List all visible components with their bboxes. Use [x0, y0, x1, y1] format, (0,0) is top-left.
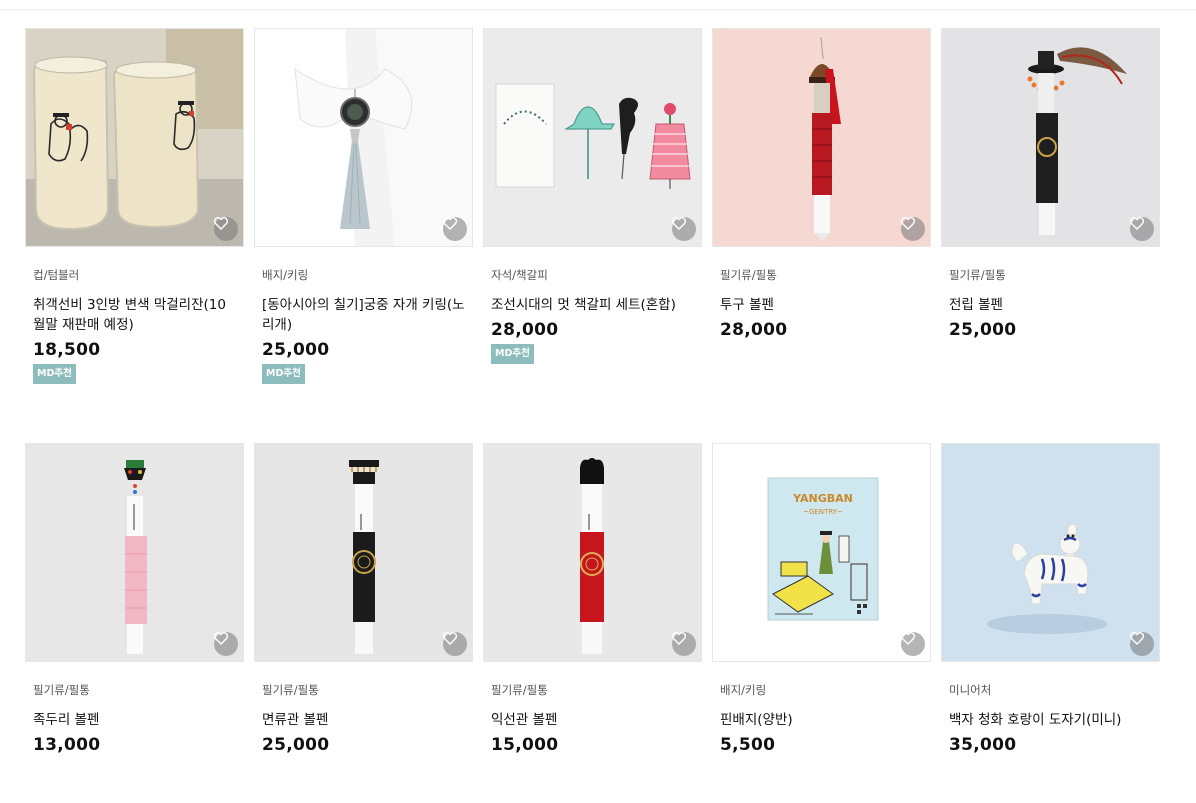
product-image-bookmarks[interactable]	[483, 28, 702, 247]
wishlist-button[interactable]	[443, 632, 467, 656]
product-card: 미니어처 백자 청화 호랑이 도자기(미니) 35,000	[941, 443, 1160, 803]
product-image-myeonryugwan-pen[interactable]	[254, 443, 473, 662]
product-category: 필기류/필통	[949, 268, 1006, 282]
product-title[interactable]: [동아시아의 칠기]궁중 자개 키링(노리개)	[262, 295, 467, 335]
product-card: 배지/키링 [동아시아의 칠기]궁중 자개 키링(노리개) 25,000 MD추…	[254, 28, 473, 418]
product-card: YANGBAN ~GENTRY~ 배지/키링 핀배지(양반) 5,500	[712, 443, 931, 803]
wishlist-button[interactable]	[1130, 217, 1154, 241]
product-title[interactable]: 백자 청화 호랑이 도자기(미니)	[949, 710, 1154, 730]
wishlist-button[interactable]	[443, 217, 467, 241]
product-card: 필기류/필통 면류관 볼펜 25,000	[254, 443, 473, 803]
product-price: 25,000	[262, 340, 330, 360]
product-card: 필기류/필통 족두리 볼펜 13,000	[25, 443, 244, 803]
pin-badge-art-subtitle: ~GENTRY~	[803, 508, 843, 516]
product-title[interactable]: 핀배지(양반)	[720, 710, 925, 730]
product-image-ikseongwan-pen[interactable]	[483, 443, 702, 662]
product-category: 필기류/필통	[491, 683, 548, 697]
product-card: 필기류/필통 익선관 볼펜 15,000	[483, 443, 702, 803]
wishlist-button[interactable]	[214, 632, 238, 656]
product-title[interactable]: 취객선비 3인방 변색 막걸리잔(10월말 재판매 예정)	[33, 295, 238, 335]
product-price: 13,000	[33, 735, 101, 755]
product-card: 자석/책갈피 조선시대의 멋 책갈피 세트(혼합) 28,000 MD추천	[483, 28, 702, 418]
wishlist-button[interactable]	[672, 217, 696, 241]
product-image-keyring[interactable]	[254, 28, 473, 247]
product-category: 배지/키링	[720, 683, 767, 697]
product-category: 미니어처	[949, 683, 992, 697]
product-category: 컵/텀블러	[33, 268, 80, 282]
product-category: 자석/책갈피	[491, 268, 548, 282]
product-price: 25,000	[262, 735, 330, 755]
product-price: 28,000	[720, 320, 788, 340]
product-card: 필기류/필통 투구 볼펜 28,000	[712, 28, 931, 418]
top-divider	[0, 0, 1196, 10]
product-price: 28,000	[491, 320, 559, 340]
product-title[interactable]: 익선관 볼펜	[491, 710, 696, 730]
product-image-tiger-figurine[interactable]	[941, 443, 1160, 662]
product-category: 필기류/필통	[262, 683, 319, 697]
product-image-cups[interactable]	[25, 28, 244, 247]
product-title[interactable]: 조선시대의 멋 책갈피 세트(혼합)	[491, 295, 696, 315]
product-image-jeonrip-pen[interactable]	[941, 28, 1160, 247]
product-price: 5,500	[720, 735, 776, 755]
product-card: 필기류/필통 전립 볼펜 25,000	[941, 28, 1160, 418]
product-price: 35,000	[949, 735, 1017, 755]
product-category: 필기류/필통	[720, 268, 777, 282]
product-title[interactable]: 전립 볼펜	[949, 295, 1154, 315]
md-pick-badge: MD추천	[491, 344, 534, 364]
product-title[interactable]: 면류관 볼펜	[262, 710, 467, 730]
product-price: 25,000	[949, 320, 1017, 340]
wishlist-button[interactable]	[214, 217, 238, 241]
product-title[interactable]: 투구 볼펜	[720, 295, 925, 315]
md-pick-badge: MD추천	[262, 364, 305, 384]
product-title[interactable]: 족두리 볼펜	[33, 710, 238, 730]
product-image-jokduri-pen[interactable]	[25, 443, 244, 662]
pin-badge-art-title: YANGBAN	[792, 492, 853, 505]
product-category: 배지/키링	[262, 268, 309, 282]
md-pick-badge: MD추천	[33, 364, 76, 384]
product-image-helmet-pen[interactable]	[712, 28, 931, 247]
product-image-pin-badge[interactable]: YANGBAN ~GENTRY~	[712, 443, 931, 662]
product-card: 컵/텀블러 취객선비 3인방 변색 막걸리잔(10월말 재판매 예정) 18,5…	[25, 28, 244, 418]
wishlist-button[interactable]	[1130, 632, 1154, 656]
product-grid: 컵/텀블러 취객선비 3인방 변색 막걸리잔(10월말 재판매 예정) 18,5…	[25, 28, 1160, 803]
wishlist-button[interactable]	[901, 217, 925, 241]
wishlist-button[interactable]	[901, 632, 925, 656]
product-price: 18,500	[33, 340, 101, 360]
product-category: 필기류/필통	[33, 683, 90, 697]
wishlist-button[interactable]	[672, 632, 696, 656]
product-price: 15,000	[491, 735, 559, 755]
